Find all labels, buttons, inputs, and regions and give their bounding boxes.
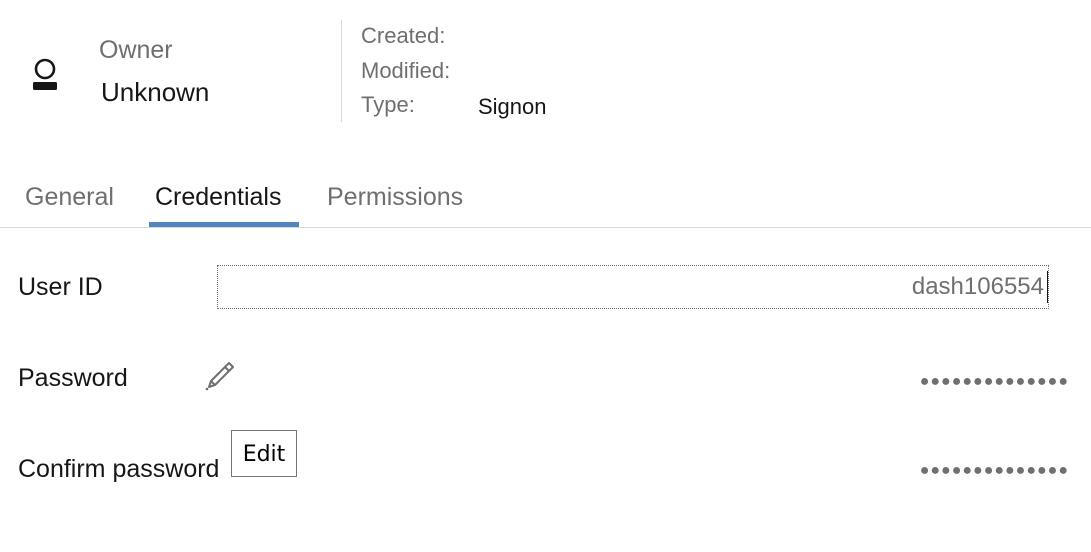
tab-permissions[interactable]: Permissions xyxy=(327,182,463,212)
owner-label: Owner xyxy=(99,36,173,64)
edit-tooltip: Edit xyxy=(231,430,297,477)
user-id-label: User ID xyxy=(18,273,103,301)
tab-bar: General Credentials Permissions xyxy=(0,168,1091,228)
tab-credentials[interactable]: Credentials xyxy=(155,182,281,212)
type-value: Signon xyxy=(478,94,547,119)
type-label: Type: xyxy=(361,92,415,117)
text-cursor xyxy=(1047,271,1048,303)
confirm-password-masked-value[interactable]: ●●●●●●●●●●●●●● xyxy=(920,461,1069,481)
modified-label: Modified: xyxy=(361,58,451,83)
active-tab-indicator xyxy=(149,222,299,227)
user-id-input[interactable] xyxy=(217,265,1049,309)
tab-general[interactable]: General xyxy=(25,182,114,212)
password-masked-value[interactable]: ●●●●●●●●●●●●●● xyxy=(920,372,1069,392)
owner-value: Unknown xyxy=(101,77,210,107)
header-divider xyxy=(341,20,342,122)
created-label: Created: xyxy=(361,23,446,48)
confirm-password-label: Confirm password xyxy=(18,455,220,483)
user-icon xyxy=(33,58,57,90)
pencil-icon[interactable] xyxy=(203,357,239,393)
password-label: Password xyxy=(18,364,128,392)
